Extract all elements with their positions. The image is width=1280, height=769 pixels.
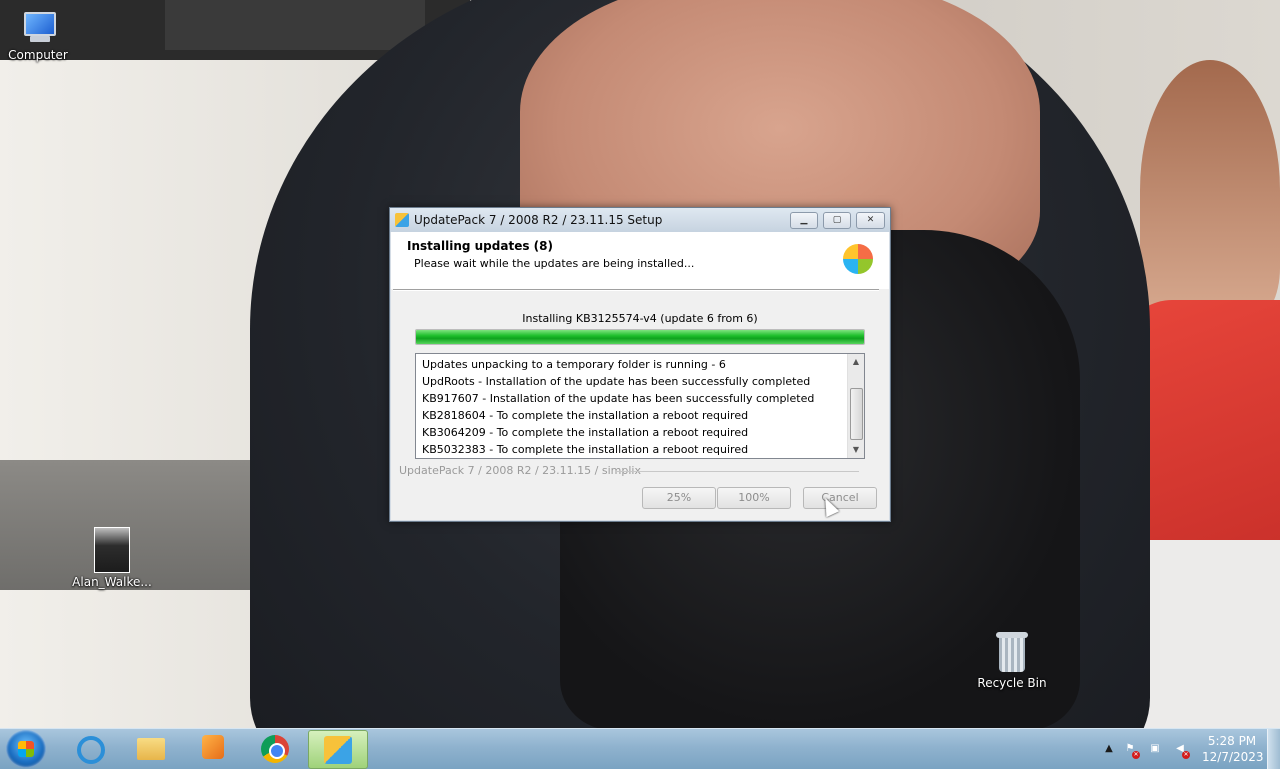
taskbar: ▲ ⚑ ✕ ▣ ◀ ✕ 5:28 PM 12/7/2023 <box>0 728 1280 769</box>
desktop-icon-computer[interactable]: Computer <box>0 10 78 62</box>
clock-date: 12/7/2023 <box>1202 750 1264 764</box>
install-log-list[interactable]: Updates unpacking to a temporary folder … <box>415 353 865 459</box>
show-desktop-button[interactable] <box>1267 729 1280 769</box>
log-item: Updates unpacking to a temporary folder … <box>422 358 726 371</box>
media-player-icon <box>202 735 224 759</box>
taskbar-updatepack-setup[interactable] <box>308 730 368 769</box>
window-titlebar[interactable]: UpdatePack 7 / 2008 R2 / 23.11.15 Setup … <box>390 208 890 232</box>
taskbar-media-player[interactable] <box>184 730 242 767</box>
log-item: KB2818604 - To complete the installation… <box>422 409 749 422</box>
progress-100-button[interactable]: 100% <box>717 487 791 509</box>
windows-update-logo-icon <box>843 244 873 274</box>
header-divider <box>393 289 879 291</box>
volume-muted-icon[interactable]: ◀ ✕ <box>1173 742 1190 759</box>
log-items: Updates unpacking to a temporary folder … <box>422 356 847 458</box>
start-button[interactable] <box>6 730 46 768</box>
header-title: Installing updates (8) <box>407 239 553 253</box>
image-file-icon <box>94 527 130 573</box>
desktop-icon-alan-walker[interactable]: Alan_Walke... <box>72 527 152 589</box>
progress-label: Installing KB3125574-v4 (update 6 from 6… <box>522 312 758 325</box>
scrollbar-thumb[interactable] <box>850 388 863 440</box>
app-icon <box>395 213 409 227</box>
windows-explorer-icon <box>137 738 165 760</box>
window-title: UpdatePack 7 / 2008 R2 / 23.11.15 Setup <box>414 213 663 227</box>
log-item: UpdRoots - Installation of the update ha… <box>422 375 811 388</box>
progress-bar <box>415 329 865 345</box>
log-item: KB917607 - Installation of the update ha… <box>422 392 815 405</box>
brand-label: UpdatePack 7 / 2008 R2 / 23.11.15 / simp… <box>399 464 641 477</box>
notification-area: ▲ ⚑ ✕ ▣ ◀ ✕ 5:28 PM 12/7/2023 <box>1098 729 1280 769</box>
show-hidden-icons-icon[interactable]: ▲ <box>1102 742 1116 756</box>
setup-window: UpdatePack 7 / 2008 R2 / 23.11.15 Setup … <box>389 207 891 522</box>
taskbar-chrome[interactable] <box>246 730 304 767</box>
header-subtitle: Please wait while the updates are being … <box>414 257 695 270</box>
windows-logo-icon <box>18 741 34 757</box>
recycle-bin-icon <box>996 632 1028 674</box>
cancel-button[interactable]: Cancel <box>803 487 877 509</box>
wizard-header: Installing updates (8) Please wait while… <box>391 232 889 289</box>
progress-25-button[interactable]: 25% <box>642 487 716 509</box>
close-button[interactable]: ✕ <box>856 212 885 229</box>
minimize-button[interactable]: ▁ <box>790 212 818 229</box>
close-icon: ✕ <box>866 215 875 225</box>
action-center-flag-icon[interactable]: ⚑ ✕ <box>1123 742 1140 759</box>
desktop-icon-label: Computer <box>8 48 68 62</box>
maximize-icon: ▢ <box>832 215 842 225</box>
clock-time: 5:28 PM <box>1207 734 1257 748</box>
vertical-scrollbar[interactable]: ▲ ▼ <box>847 354 864 458</box>
clock[interactable]: 5:28 PM 12/7/2023 <box>1202 733 1264 765</box>
desktop-icon-label: Alan_Walke... <box>72 575 152 589</box>
log-item: KB3064209 - To complete the installation… <box>422 426 749 439</box>
minimize-icon: ▁ <box>800 215 808 225</box>
window-client: Installing updates (8) Please wait while… <box>391 232 889 520</box>
computer-icon <box>18 10 58 46</box>
updatepack-setup-icon <box>324 736 352 764</box>
internet-explorer-icon <box>77 736 105 764</box>
scroll-down-arrow-icon[interactable]: ▼ <box>848 442 864 458</box>
taskbar-internet-explorer[interactable] <box>60 730 118 767</box>
progress-fill <box>416 330 864 344</box>
desktop-icon-recycle-bin[interactable]: Recycle Bin <box>972 632 1052 690</box>
scroll-up-arrow-icon[interactable]: ▲ <box>848 354 864 370</box>
chrome-icon <box>261 735 289 763</box>
taskbar-windows-explorer[interactable] <box>122 730 180 767</box>
maximize-button[interactable]: ▢ <box>823 212 851 229</box>
network-icon[interactable]: ▣ <box>1148 742 1162 756</box>
footer-divider <box>615 471 859 472</box>
log-item: KB5032383 - To complete the installation… <box>422 443 749 456</box>
desktop-icon-label: Recycle Bin <box>977 676 1047 690</box>
